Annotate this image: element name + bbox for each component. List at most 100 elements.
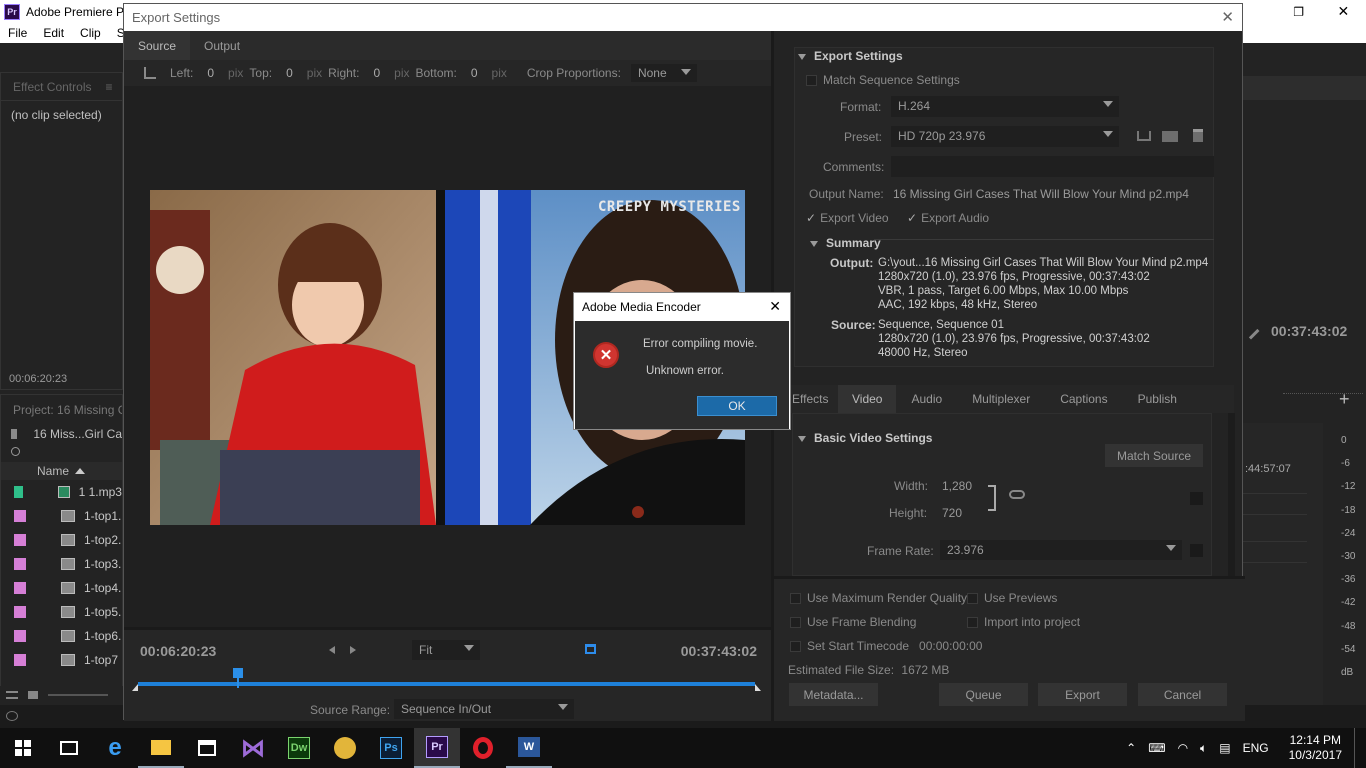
link-icon[interactable] — [1009, 490, 1025, 499]
tab-source[interactable]: Source — [124, 31, 191, 60]
frame-rate-override-checkbox[interactable] — [1190, 544, 1203, 557]
delete-preset-icon[interactable] — [1193, 129, 1203, 142]
label-color-swatch[interactable] — [14, 486, 24, 498]
show-desktop-button[interactable] — [1354, 728, 1358, 768]
start-timecode-checkbox[interactable] — [790, 640, 801, 652]
label-color-swatch[interactable] — [14, 606, 26, 618]
list-view-icon[interactable] — [6, 691, 18, 699]
icon-view-icon[interactable] — [28, 691, 38, 699]
zoom-fit-dropdown[interactable]: Fit — [412, 640, 480, 660]
label-color-swatch[interactable] — [14, 582, 26, 594]
clock[interactable]: 12:14 PM 10/3/2017 — [1289, 733, 1342, 763]
effect-controls-tab[interactable]: Effect Controls — [13, 80, 91, 94]
tab-captions[interactable]: Captions — [1045, 392, 1122, 406]
close-window-icon[interactable]: ✕ — [1338, 3, 1350, 20]
project-list-item[interactable]: 1-top5. — [1, 600, 122, 624]
crop-proportions-dropdown[interactable]: None — [630, 64, 697, 82]
frame-rate-dropdown[interactable]: 23.976 — [940, 540, 1182, 560]
save-preset-icon[interactable] — [1137, 131, 1151, 141]
start-timecode-value[interactable]: 00:00:00:00 — [919, 639, 982, 653]
name-column-header[interactable]: Name — [37, 464, 69, 478]
language-indicator[interactable]: ENG — [1243, 741, 1269, 755]
crop-icon[interactable] — [144, 67, 156, 79]
project-list-item[interactable]: 1-top6. — [1, 624, 122, 648]
label-color-swatch[interactable] — [14, 534, 26, 546]
format-dropdown[interactable]: H.264 — [891, 96, 1119, 117]
tab-audio[interactable]: Audio — [896, 392, 957, 406]
match-source-button[interactable]: Match Source — [1105, 444, 1203, 467]
ok-button[interactable]: OK — [697, 396, 777, 416]
project-list-item[interactable]: 1 1.mp3 — [1, 480, 122, 504]
settings-scrollbar[interactable] — [1228, 413, 1235, 576]
crop-right-value[interactable]: 0 — [373, 66, 380, 80]
zoom-slider[interactable] — [48, 694, 108, 696]
width-override-checkbox[interactable] — [1190, 492, 1203, 505]
export-video-check-icon[interactable]: ✓ — [806, 211, 816, 225]
export-close-icon[interactable]: ✕ — [1221, 8, 1234, 26]
crop-top-value[interactable]: 0 — [286, 66, 293, 80]
set-in-out-icon[interactable] — [585, 644, 596, 654]
menu-edit[interactable]: Edit — [43, 26, 64, 40]
step-back-icon[interactable] — [329, 646, 335, 654]
task-view-button[interactable] — [46, 728, 92, 768]
height-value[interactable]: 720 — [942, 506, 962, 520]
volume-icon[interactable]: 🔈︎ — [1200, 741, 1207, 756]
import-preset-icon[interactable] — [1162, 131, 1178, 142]
label-color-swatch[interactable] — [14, 630, 26, 642]
project-folder[interactable]: 16 Miss...Girl Ca — [33, 427, 122, 441]
crop-left-value[interactable]: 0 — [207, 66, 214, 80]
cancel-button[interactable]: Cancel — [1138, 683, 1227, 706]
export-button[interactable]: Export — [1038, 683, 1127, 706]
show-hidden-icons-icon[interactable]: ⌃ — [1126, 741, 1136, 755]
panel-menu-icon[interactable]: ≡ — [105, 80, 112, 94]
search-icon[interactable] — [11, 447, 20, 456]
source-range-dropdown[interactable]: Sequence In/Out — [394, 699, 574, 719]
export-audio-check-icon[interactable]: ✓ — [907, 211, 917, 225]
project-list-item[interactable]: 1-top1. — [1, 504, 122, 528]
metadata-button[interactable]: Metadata... — [789, 683, 878, 706]
in-point-marker[interactable] — [132, 684, 138, 691]
tab-multiplexer[interactable]: Multiplexer — [957, 392, 1045, 406]
project-list-item[interactable]: 1-top4. — [1, 576, 122, 600]
tab-video[interactable]: Video — [838, 385, 897, 413]
store-button[interactable] — [184, 728, 230, 768]
queue-button[interactable]: Queue — [939, 683, 1028, 706]
project-list-item[interactable]: 1-top7 — [1, 648, 122, 672]
step-forward-icon[interactable] — [350, 646, 356, 654]
match-sequence-checkbox[interactable] — [806, 74, 817, 86]
premiere-taskbar-button[interactable]: Pr — [414, 728, 460, 768]
label-color-swatch[interactable] — [14, 510, 26, 522]
playhead[interactable] — [232, 668, 243, 688]
project-list-item[interactable]: 1-top2. — [1, 528, 122, 552]
photoshop-button[interactable]: Ps — [368, 728, 414, 768]
wrench-icon[interactable] — [1242, 322, 1260, 340]
comments-input[interactable] — [891, 156, 1214, 177]
timeline-track[interactable] — [138, 682, 755, 686]
restore-icon[interactable]: ❐ — [1293, 5, 1304, 19]
use-previews-checkbox[interactable] — [967, 592, 978, 604]
menu-clip[interactable]: Clip — [80, 26, 101, 40]
start-button[interactable] — [0, 728, 46, 768]
preset-dropdown[interactable]: HD 720p 23.976 — [891, 126, 1119, 147]
crop-bottom-value[interactable]: 0 — [471, 66, 478, 80]
error-dialog-close-icon[interactable]: ✕ — [769, 298, 781, 315]
frame-blending-checkbox[interactable] — [790, 616, 801, 628]
max-render-checkbox[interactable] — [790, 592, 801, 604]
opera-button[interactable] — [460, 728, 506, 768]
label-color-swatch[interactable] — [14, 558, 26, 570]
project-list-item[interactable]: 1-top3. — [1, 552, 122, 576]
label-color-swatch[interactable] — [14, 654, 26, 666]
width-value[interactable]: 1,280 — [942, 479, 972, 493]
file-explorer-button[interactable] — [138, 728, 184, 768]
import-project-checkbox[interactable] — [967, 616, 978, 628]
ime-icon[interactable]: ⌨ — [1148, 741, 1165, 755]
app-button[interactable] — [322, 728, 368, 768]
add-icon[interactable]: + — [1339, 389, 1350, 410]
network-icon[interactable]: ◠ — [1178, 741, 1188, 755]
edge-button[interactable]: e — [92, 728, 138, 768]
action-center-icon[interactable]: ▤ — [1219, 741, 1230, 755]
dreamweaver-button[interactable]: Dw — [276, 728, 322, 768]
word-button[interactable]: W — [506, 728, 552, 768]
tab-output[interactable]: Output — [190, 31, 254, 60]
tab-publish[interactable]: Publish — [1123, 392, 1192, 406]
